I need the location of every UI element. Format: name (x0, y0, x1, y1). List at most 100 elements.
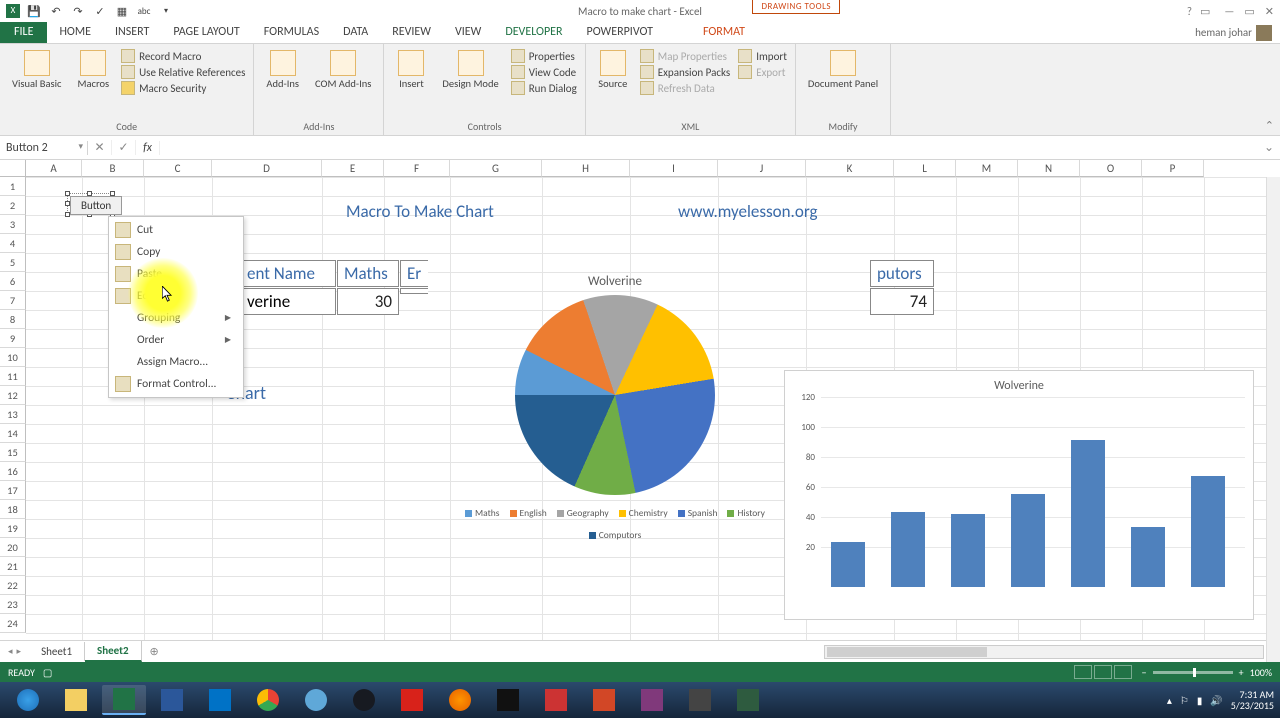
onenote-icon[interactable] (630, 685, 674, 715)
tab-view[interactable]: VIEW (443, 22, 493, 43)
table-header[interactable]: ent Name (240, 260, 336, 287)
adobe-icon[interactable] (390, 685, 434, 715)
chrome-icon[interactable] (246, 685, 290, 715)
view-code-button[interactable]: View Code (511, 64, 577, 80)
row-headers[interactable]: 123456789101112131415161718192021222324 (0, 177, 26, 633)
tab-powerpivot[interactable]: POWERPIVOT (575, 22, 665, 43)
accept-icon[interactable]: ✓ (112, 140, 136, 155)
ie-icon[interactable] (6, 685, 50, 715)
menu-item[interactable]: Cut (111, 219, 241, 241)
view-buttons[interactable] (1074, 665, 1132, 679)
tab-page-layout[interactable]: PAGE LAYOUT (161, 22, 251, 43)
table-cell[interactable]: verine (240, 288, 336, 315)
help-icon[interactable]: ? (1187, 5, 1192, 18)
visual-basic-button[interactable]: Visual Basic (8, 48, 66, 91)
undo-icon[interactable]: ↶ (48, 3, 64, 19)
form-button[interactable]: Button (70, 196, 122, 215)
steam-icon[interactable] (342, 685, 386, 715)
account-name[interactable]: heman johar (1187, 22, 1280, 43)
com-addins-button[interactable]: COM Add-Ins (311, 48, 375, 91)
tab-insert[interactable]: INSERT (103, 22, 161, 43)
qat-icon[interactable]: ▦ (114, 3, 130, 19)
outlook-icon[interactable] (198, 685, 242, 715)
expand-formula-icon[interactable]: ⌄ (1258, 140, 1280, 155)
lock-icon[interactable] (678, 685, 722, 715)
collapse-ribbon-icon[interactable]: ⌃ (1265, 119, 1274, 132)
sheet-tab[interactable]: Sheet1 (29, 642, 85, 661)
tab-home[interactable]: HOME (47, 22, 103, 43)
browser-icon[interactable] (294, 685, 338, 715)
tab-file[interactable]: FILE (0, 22, 47, 43)
menu-item[interactable]: Edit Text (111, 285, 241, 307)
add-sheet-icon[interactable]: ⊕ (142, 645, 167, 658)
m-icon[interactable] (534, 685, 578, 715)
source-button[interactable]: Source (594, 48, 632, 91)
design-mode-button[interactable]: Design Mode (438, 48, 502, 91)
zoom-control[interactable]: −+100% (1142, 666, 1272, 679)
menu-item[interactable]: Format Control... (111, 373, 241, 395)
excel-icon[interactable] (102, 685, 146, 715)
tab-format[interactable]: FORMAT (691, 22, 757, 43)
table-cell[interactable]: 74 (870, 288, 934, 315)
select-all-corner[interactable] (0, 160, 26, 177)
menu-item[interactable]: Assign Macro... (111, 351, 241, 373)
column-headers[interactable]: ABCDEFGHIJKLMNOP (26, 160, 1204, 177)
qat-more-icon[interactable]: ▾ (158, 3, 174, 19)
document-panel-button[interactable]: Document Panel (804, 48, 882, 91)
worksheet[interactable]: ABCDEFGHIJKLMNOP 12345678910111213141516… (0, 160, 1280, 640)
table-header[interactable]: putors (870, 260, 934, 287)
macros-button[interactable]: Macros (74, 48, 114, 91)
explorer-icon[interactable] (54, 685, 98, 715)
tab-formulas[interactable]: FORMULAS (252, 22, 331, 43)
word-icon[interactable] (150, 685, 194, 715)
system-tray[interactable]: ▴ ⚐ ▮ 🔊 7:31 AM5/23/2015 (1167, 689, 1274, 711)
source-icon (600, 50, 626, 76)
sheet-tab[interactable]: Sheet2 (85, 641, 142, 662)
macro-security-button[interactable]: Macro Security (121, 80, 245, 96)
addins-button[interactable]: Add-Ins (262, 48, 303, 91)
record-icon[interactable]: ▢ (43, 666, 52, 679)
relative-refs-button[interactable]: Use Relative References (121, 64, 245, 80)
close-icon[interactable]: ✕ (1265, 5, 1274, 18)
menu-item[interactable]: Paste (111, 263, 241, 285)
menu-item[interactable]: Order▶ (111, 329, 241, 351)
cancel-icon[interactable]: ✕ (88, 140, 112, 155)
ribbon-options-icon[interactable]: ▭ (1200, 5, 1210, 18)
pie-plot (515, 295, 715, 495)
properties-button[interactable]: Properties (511, 48, 577, 64)
table-header[interactable]: Er (400, 260, 428, 287)
minimize-icon[interactable]: — (1224, 5, 1234, 18)
table-cell[interactable] (400, 288, 428, 294)
import-button[interactable]: Import (738, 48, 787, 64)
menu-item[interactable]: Grouping▶ (111, 307, 241, 329)
fx-icon[interactable]: fx (136, 141, 160, 155)
tab-review[interactable]: REVIEW (380, 22, 443, 43)
insert-control-button[interactable]: Insert (392, 48, 430, 91)
expansion-packs-button[interactable]: Expansion Packs (640, 64, 730, 80)
save-icon[interactable]: 💾 (26, 3, 42, 19)
bar-chart[interactable]: Wolverine 20406080100120 (784, 370, 1254, 620)
app-icon[interactable] (726, 685, 770, 715)
run-dialog-button[interactable]: Run Dialog (511, 80, 577, 96)
refresh-data-button[interactable]: Refresh Data (640, 80, 730, 96)
name-box[interactable]: Button 2 (0, 141, 88, 155)
redo-icon[interactable]: ↷ (70, 3, 86, 19)
qat-abc-icon[interactable]: abc (136, 3, 152, 19)
export-button[interactable]: Export (738, 64, 787, 80)
powerpoint-icon[interactable] (582, 685, 626, 715)
sheet-nav[interactable]: ◂▸ (0, 646, 29, 657)
restore-icon[interactable]: ▭ (1244, 5, 1254, 18)
qat-icon[interactable]: ✓ (92, 3, 108, 19)
tab-developer[interactable]: DEVELOPER (493, 22, 574, 43)
tab-data[interactable]: DATA (331, 22, 380, 43)
firefox-icon[interactable] (438, 685, 482, 715)
table-cell[interactable]: 30 (337, 288, 399, 315)
horizontal-scrollbar[interactable] (824, 645, 1264, 659)
vertical-scrollbar[interactable] (1266, 177, 1280, 662)
black-icon[interactable] (486, 685, 530, 715)
map-properties-button[interactable]: Map Properties (640, 48, 730, 64)
menu-item[interactable]: Copy (111, 241, 241, 263)
record-macro-button[interactable]: Record Macro (121, 48, 245, 64)
pie-chart[interactable]: Wolverine MathsEnglishGeographyChemistry… (440, 274, 790, 541)
table-header[interactable]: Maths (337, 260, 399, 287)
